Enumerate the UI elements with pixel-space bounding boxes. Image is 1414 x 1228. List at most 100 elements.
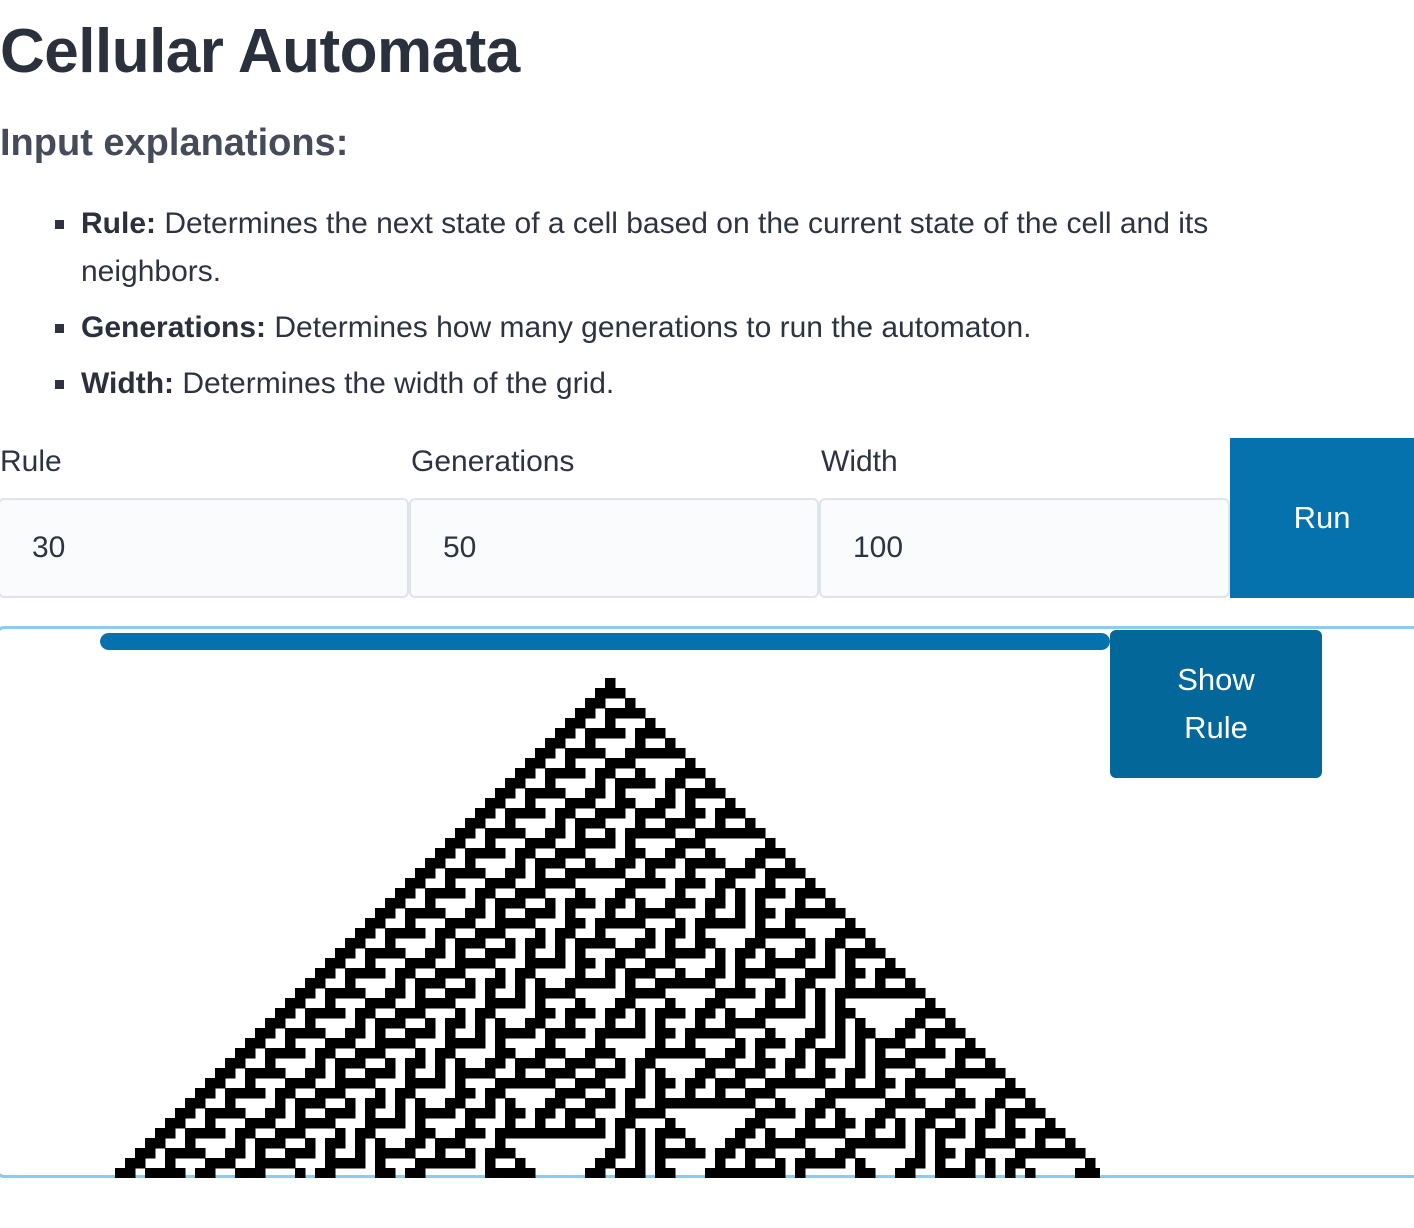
live-cell: [635, 988, 646, 999]
live-cell: [545, 1098, 556, 1109]
live-cell: [805, 1038, 816, 1049]
live-cell: [345, 968, 356, 979]
live-cell: [895, 1058, 906, 1069]
live-cell: [965, 1048, 976, 1059]
live-cell: [575, 1088, 586, 1099]
live-cell: [795, 928, 806, 939]
live-cell: [475, 938, 486, 949]
live-cell: [1025, 1168, 1036, 1178]
live-cell: [545, 1008, 556, 1019]
live-cell: [605, 1048, 616, 1059]
live-cell: [535, 978, 546, 989]
live-cell: [755, 928, 766, 939]
live-cell: [945, 1018, 956, 1029]
live-cell: [775, 1138, 786, 1149]
live-cell: [905, 1048, 916, 1059]
live-cell: [935, 1078, 946, 1089]
live-cell: [415, 988, 426, 999]
live-cell: [895, 1028, 906, 1039]
live-cell: [445, 848, 456, 859]
live-cell: [505, 1078, 516, 1089]
live-cell: [615, 788, 626, 799]
generations-input[interactable]: [409, 498, 819, 598]
live-cell: [935, 1028, 946, 1039]
live-cell: [475, 1008, 486, 1019]
live-cell: [275, 1138, 286, 1149]
live-cell: [535, 858, 546, 869]
live-cell: [565, 1028, 576, 1039]
live-cell: [865, 1028, 876, 1039]
live-cell: [615, 1118, 626, 1129]
live-cell: [715, 1028, 726, 1039]
live-cell: [1055, 1128, 1066, 1139]
width-input[interactable]: [819, 498, 1230, 598]
live-cell: [985, 1158, 996, 1169]
live-cell: [855, 1068, 866, 1079]
live-cell: [535, 808, 546, 819]
live-cell: [625, 918, 636, 929]
live-cell: [555, 1088, 566, 1099]
live-cell: [615, 728, 626, 739]
live-cell: [955, 1048, 966, 1059]
live-cell: [665, 898, 676, 909]
live-cell: [305, 1018, 316, 1029]
live-cell: [765, 1058, 776, 1069]
live-cell: [835, 1088, 846, 1099]
live-cell: [985, 1058, 996, 1069]
live-cell: [505, 938, 516, 949]
live-cell: [655, 988, 666, 999]
live-cell: [505, 898, 516, 909]
live-cell: [775, 888, 786, 899]
live-cell: [495, 908, 506, 919]
live-cell: [565, 1068, 576, 1079]
run-button[interactable]: Run: [1230, 438, 1414, 598]
live-cell: [415, 1138, 426, 1149]
live-cell: [665, 1128, 676, 1139]
rule-input[interactable]: [0, 498, 409, 598]
live-cell: [1005, 1088, 1016, 1099]
live-cell: [165, 1128, 176, 1139]
live-cell: [545, 1128, 556, 1139]
live-cell: [545, 858, 556, 869]
live-cell: [605, 708, 616, 719]
live-cell: [735, 948, 746, 959]
live-cell: [885, 1038, 896, 1049]
live-cell: [515, 858, 526, 869]
live-cell: [765, 868, 776, 879]
live-cell: [845, 1148, 856, 1159]
live-cell: [495, 1078, 506, 1089]
live-cell: [235, 1048, 246, 1059]
live-cell: [725, 1048, 736, 1059]
live-cell: [475, 1068, 486, 1079]
show-rule-button[interactable]: Show Rule: [1110, 630, 1322, 778]
live-cell: [395, 1088, 406, 1099]
live-cell: [695, 1078, 706, 1089]
live-cell: [805, 1118, 816, 1129]
live-cell: [375, 1138, 386, 1149]
live-cell: [585, 868, 596, 879]
live-cell: [635, 748, 646, 759]
live-cell: [985, 1168, 996, 1178]
live-cell: [915, 1018, 926, 1029]
live-cell: [265, 1138, 276, 1149]
live-cell: [695, 828, 706, 839]
live-cell: [255, 1068, 266, 1079]
bullet-icon: [55, 220, 64, 229]
live-cell: [1015, 1088, 1026, 1099]
live-cell: [625, 798, 636, 809]
live-cell: [325, 988, 336, 999]
live-cell: [495, 978, 506, 989]
live-cell: [495, 788, 506, 799]
live-cell: [895, 1118, 906, 1129]
live-cell: [975, 1048, 986, 1059]
live-cell: [715, 998, 726, 1009]
live-cell: [795, 1038, 806, 1049]
show-rule-label-line1: Show: [1177, 662, 1255, 697]
live-cell: [545, 748, 556, 759]
live-cell: [165, 1158, 176, 1169]
live-cell: [705, 788, 716, 799]
live-cell: [755, 1088, 766, 1099]
live-cell: [385, 1118, 396, 1129]
live-cell: [895, 1038, 906, 1049]
live-cell: [545, 1108, 556, 1119]
